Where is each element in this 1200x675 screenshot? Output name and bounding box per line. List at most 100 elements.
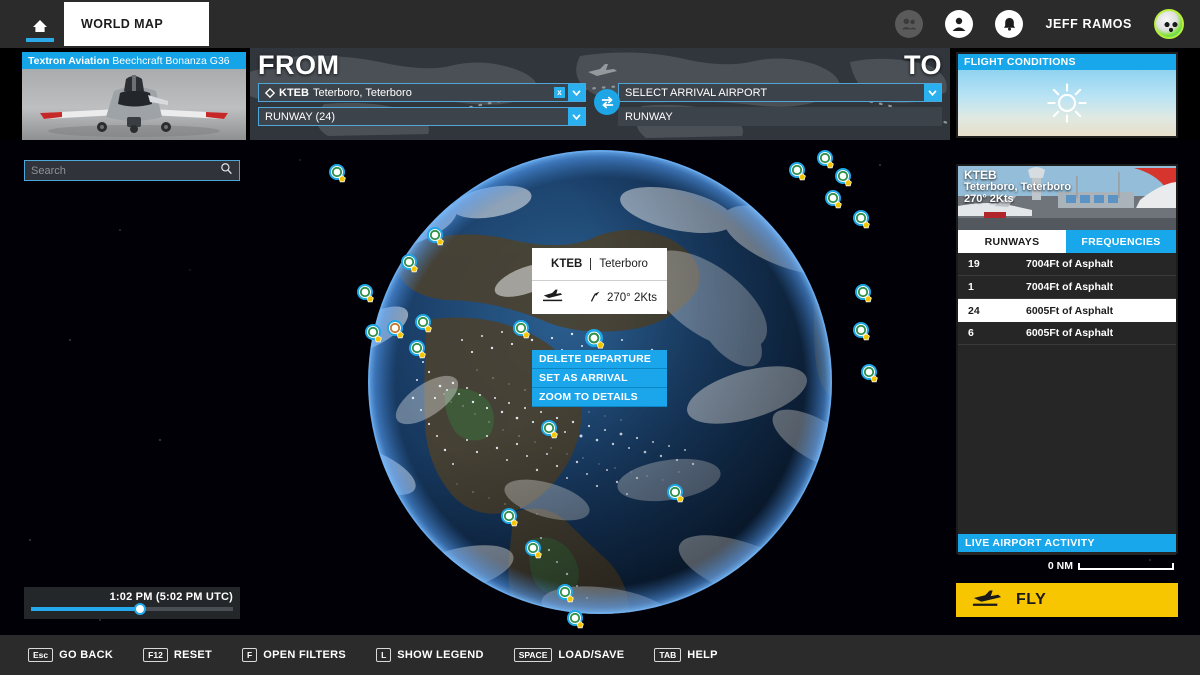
friends-icon[interactable] [895,10,923,38]
context-item-set-as-arrival[interactable]: SET AS ARRIVAL [532,369,667,388]
runway-description: 6005Ft of Asphalt [1026,305,1176,317]
table-row[interactable]: 24 6005Ft of Asphalt [958,299,1176,322]
runway-description: 7004Ft of Asphalt [1026,281,1176,293]
table-row[interactable]: 19 7004Ft of Asphalt [958,253,1176,276]
departure-runway-dropdown-caret[interactable] [568,108,585,125]
time-slider-fill [31,607,140,611]
live-airport-activity-button[interactable]: LIVE AIRPORT ACTIVITY [958,534,1176,552]
scale-label: 0 NM [1048,560,1073,572]
hint-label: LOAD/SAVE [558,649,624,661]
arrival-runway-value: RUNWAY [625,111,673,123]
departure-dropdown-caret[interactable] [568,84,585,101]
bell-icon[interactable] [995,10,1023,38]
runway-list-empty-space [958,345,1176,555]
tab-runways[interactable]: RUNWAYS [958,230,1066,253]
swap-icon [600,95,615,110]
to-label: TO [904,50,942,81]
time-slider-handle[interactable] [134,603,146,615]
tab-frequencies[interactable]: FREQUENCIES [1066,230,1176,253]
hint-reset[interactable]: F12 RESET [143,648,212,662]
flight-conditions-panel[interactable]: FLIGHT CONDITIONS [956,52,1178,138]
tab-world-map[interactable]: WORLD MAP [64,2,209,46]
tooltip-wind: 270° 2Kts [589,290,657,306]
hint-label: SHOW LEGEND [397,649,483,661]
context-item-delete-departure[interactable]: DELETE DEPARTURE [532,350,667,369]
departure-runway-value: RUNWAY (24) [265,111,335,123]
landing-icon [542,288,564,308]
departure-airport-field[interactable]: KTEB Teterboro, Teterboro x [258,83,586,102]
time-of-day-control[interactable]: 1:02 PM (5:02 PM UTC) [24,587,240,619]
airport-photo: KTEB Teterboro, Teterboro 270° 2Kts [958,166,1176,230]
tooltip-name: Teterboro [590,258,648,270]
hint-open-filters[interactable]: F OPEN FILTERS [242,648,346,662]
airport-photo-overlay: KTEB Teterboro, Teterboro 270° 2Kts [964,169,1071,205]
windsock-icon [589,290,602,306]
flight-conditions-preview [958,70,1176,136]
hint-help[interactable]: TAB HELP [654,648,717,662]
table-row[interactable]: 1 7004Ft of Asphalt [958,276,1176,299]
fly-label: FLY [1016,591,1046,609]
fly-button[interactable]: FLY [956,583,1178,617]
sun-icon [1046,82,1088,124]
airport-name: Teterboro, Teterboro [964,181,1071,193]
departure-runway-field[interactable]: RUNWAY (24) [258,107,586,126]
airport-context-menu[interactable]: DELETE DEPARTURE SET AS ARRIVAL ZOOM TO … [532,350,667,407]
departure-icao: KTEB [279,87,309,99]
selected-aircraft-card[interactable]: Textron Aviation Beechcraft Bonanza G36 [22,52,246,140]
context-item-zoom-to-details[interactable]: ZOOM TO DETAILS [532,388,667,407]
profile-icon[interactable] [945,10,973,38]
topbar-user-area: JEFF RAMOS [895,0,1184,48]
airport-icao: KTEB [964,169,1071,181]
arrival-airport-placeholder: SELECT ARRIVAL AIRPORT [625,87,767,99]
hint-label: GO BACK [59,649,113,661]
runway-number: 6 [958,327,1026,339]
key-cap: Esc [28,648,53,662]
airport-tooltip: KTEB Teterboro 270° 2Kts [532,248,667,314]
map-scale: 0 NM [1048,560,1174,572]
arrival-dropdown-caret[interactable] [924,84,941,101]
hint-go-back[interactable]: Esc GO BACK [28,648,113,662]
departure-name: Teterboro, Teterboro [313,87,412,99]
swap-route-button[interactable] [594,89,620,115]
home-icon [32,18,48,34]
from-label: FROM [258,50,339,81]
time-slider[interactable] [31,607,233,611]
departure-marker-icon [265,88,275,98]
keyboard-hints-bar: Esc GO BACK F12 RESET F OPEN FILTERS L S… [0,635,1200,675]
top-navigation-bar: WORLD MAP JEFF RAMOS [0,0,1200,48]
aircraft-thumbnail [22,69,246,140]
search-input[interactable]: Search [24,160,240,181]
airport-info-tabs: RUNWAYS FREQUENCIES [958,230,1176,253]
runway-number: 19 [958,258,1026,270]
home-active-indicator [26,38,54,42]
search-placeholder: Search [31,165,220,177]
tooltip-wind-value: 270° 2Kts [607,292,657,304]
tooltip-header: KTEB Teterboro [532,248,667,281]
runway-description: 7004Ft of Asphalt [1026,258,1176,270]
search-icon[interactable] [220,162,233,180]
home-button[interactable] [24,6,56,46]
hint-label: OPEN FILTERS [263,649,346,661]
hint-show-legend[interactable]: L SHOW LEGEND [376,648,484,662]
time-label: 1:02 PM (5:02 PM UTC) [31,591,233,603]
table-row[interactable]: 6 6005Ft of Asphalt [958,322,1176,345]
key-cap: TAB [654,648,681,662]
arrival-airport-field[interactable]: SELECT ARRIVAL AIRPORT [618,83,942,102]
tooltip-details: 270° 2Kts [532,281,667,314]
tooltip-icao: KTEB [551,258,590,270]
aircraft-title-bar: Textron Aviation Beechcraft Bonanza G36 [22,52,246,69]
hint-load-save[interactable]: SPACE LOAD/SAVE [514,648,625,662]
runway-number: 1 [958,281,1026,293]
clear-departure-button[interactable]: x [554,87,565,98]
aircraft-manufacturer: Textron Aviation [28,55,109,67]
route-planner-bar: FROM TO KTEB Teterboro, Teterboro x RUNW… [250,48,950,140]
runway-list: 19 7004Ft of Asphalt 1 7004Ft of Asphalt… [958,253,1176,555]
takeoff-icon [972,588,1002,613]
user-avatar[interactable] [1154,9,1184,39]
hint-label: RESET [174,649,212,661]
flight-conditions-title: FLIGHT CONDITIONS [958,54,1176,70]
arrival-runway-field[interactable]: RUNWAY [618,107,942,126]
runway-description: 6005Ft of Asphalt [1026,327,1176,339]
key-cap: SPACE [514,648,553,662]
hint-label: HELP [687,649,718,661]
